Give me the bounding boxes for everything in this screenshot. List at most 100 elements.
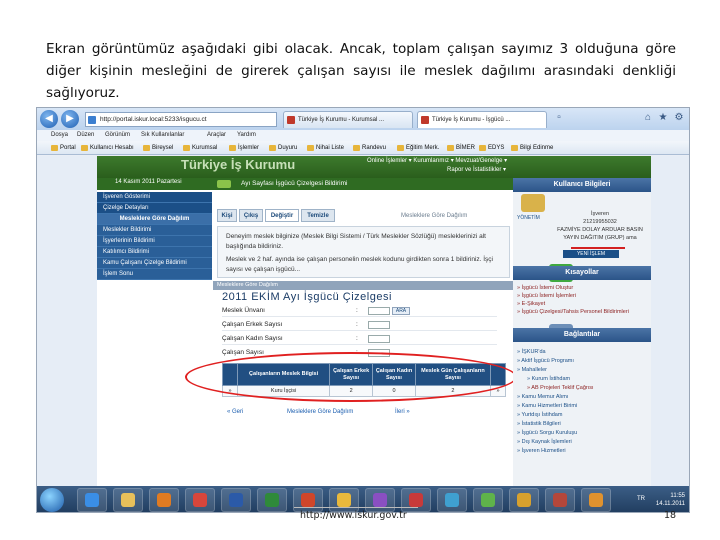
taskbar-explorer-icon[interactable]	[113, 488, 143, 512]
favorite-link[interactable]: Portal	[51, 141, 76, 155]
row-divider	[222, 330, 497, 331]
taskbar-word-icon[interactable]	[221, 488, 251, 512]
favorite-link[interactable]: Duyuru	[269, 141, 297, 155]
taskbar-app-icon[interactable]	[473, 488, 503, 512]
page-margin-right	[651, 156, 689, 486]
nav-section-header: Mesleklere Göre Dağılım	[97, 214, 212, 225]
shortcut-link[interactable]: » E-Şikayet	[517, 300, 545, 308]
home-icon[interactable]: ⌂	[642, 112, 654, 124]
taskbar-excel-icon[interactable]	[257, 488, 287, 512]
taskbar-app-icon[interactable]	[509, 488, 539, 512]
meslek-code-input[interactable]	[368, 307, 390, 315]
related-link[interactable]: » Kamu Hizmetleri Birimi	[517, 402, 577, 410]
form-row-kadin: Çalışan Kadın Sayısı :	[222, 334, 502, 345]
related-link[interactable]: » Mahalleler	[517, 366, 547, 374]
related-link[interactable]: » İŞKUR'da	[517, 348, 546, 356]
favorite-link[interactable]: EDYS	[479, 141, 504, 155]
favorite-link[interactable]: Bireysel	[143, 141, 173, 155]
related-link[interactable]: » Aktif İşgücü Programı	[517, 357, 574, 365]
system-clock[interactable]: 11:55 14.11.2011	[656, 492, 685, 508]
menu-view[interactable]: Görünüm	[105, 130, 130, 141]
browser-tab-2[interactable]: Türkiye İş Kurumu - İşgücü ...	[417, 111, 547, 128]
menu-edit[interactable]: Düzen	[77, 130, 94, 141]
stamp-icon	[521, 194, 545, 212]
browser-tab-label: Türkiye İş Kurumu - İşgücü ...	[432, 117, 511, 123]
favorite-link[interactable]: Eğitim Merk.	[397, 141, 439, 155]
related-link[interactable]: » Kamu Memur Alımı	[517, 393, 568, 401]
meslek-search-button[interactable]: ARA	[392, 307, 410, 315]
settings-gear-icon[interactable]: ⚙	[673, 112, 685, 124]
start-button-icon[interactable]	[40, 488, 64, 512]
right-panel: Kullanıcı Bilgileri YÖNETİM İşveren 2121…	[513, 178, 651, 486]
related-link[interactable]: » İşgücü Sorgu Kuruluşu	[517, 429, 577, 437]
male-count-input[interactable]	[368, 321, 390, 329]
related-link[interactable]: » Yurtdışı İstihdam	[517, 411, 562, 419]
new-action-button[interactable]: YENİ İŞLEM	[563, 250, 619, 258]
favorite-link[interactable]: Randevu	[353, 141, 386, 155]
info-line: Deneyim meslek bilginize (Meslek Bilgi S…	[226, 233, 486, 250]
nav-item[interactable]: Meslekler Bildirimi	[97, 225, 212, 236]
back-icon[interactable]: ◀	[40, 110, 58, 128]
taskbar-app-icon[interactable]	[365, 488, 395, 512]
tab-add[interactable]: Kişi	[217, 209, 237, 222]
related-link[interactable]: » Dış Kaynak İşlemleri	[517, 438, 572, 446]
related-link[interactable]: » AB Projeleri Teklif Çağrısı	[527, 384, 594, 392]
language-indicator[interactable]: TR	[637, 496, 645, 502]
back-link[interactable]: « Geri	[227, 409, 243, 415]
taskbar-chrome-icon[interactable]	[185, 488, 215, 512]
favorite-link[interactable]: İşlemler	[229, 141, 259, 155]
forward-icon[interactable]: ▶	[61, 110, 79, 128]
taskbar-app-icon[interactable]	[545, 488, 575, 512]
windows-taskbar: TR 11:55 14.11.2011	[37, 486, 689, 512]
next-link[interactable]: İleri »	[395, 409, 410, 415]
nav-item[interactable]: İşveren Gösterimi	[97, 192, 212, 203]
distribution-link[interactable]: Mesleklere Göre Dağılım	[287, 409, 353, 415]
favorite-link[interactable]: Bilgi Edinme	[511, 141, 553, 155]
breadcrumb-text: Ayı Sayfası İşgücü Çizelgesi Bildirimi	[241, 180, 348, 187]
shortcut-link[interactable]: » İşgücü Çizelgesi/Tahsis Personel Bildi…	[517, 308, 629, 316]
row-divider	[222, 344, 497, 345]
menu-favorites[interactable]: Sık Kullanılanlar	[141, 130, 184, 141]
favorite-link[interactable]: BİMER	[447, 141, 475, 155]
favorite-link[interactable]: Kullanıcı Hesabı	[81, 141, 134, 155]
nav-item[interactable]: İşlem Sonu	[97, 269, 212, 280]
nav-item[interactable]: Katılımcı Bildirimi	[97, 247, 212, 258]
taskbar-app-icon[interactable]	[437, 488, 467, 512]
shortcut-link[interactable]: » İşgücü İstemi Oluştur	[517, 284, 573, 292]
taskbar-ie-icon[interactable]	[77, 488, 107, 512]
user-info-header: Kullanıcı Bilgileri	[513, 178, 651, 192]
taskbar-outlook-icon[interactable]	[329, 488, 359, 512]
nav-item[interactable]: Çizelge Detayları	[97, 203, 212, 214]
site-top-menu[interactable]: Online İşlemler ▾ Kurumlarımız ▾ Mevzuat…	[367, 157, 507, 164]
taskbar-media-icon[interactable]	[149, 488, 179, 512]
site-top-menu-reports[interactable]: Rapor ve İstatistikler ▾	[447, 166, 506, 173]
favorites-star-icon[interactable]: ★	[657, 112, 669, 124]
menu-help[interactable]: Yardım	[237, 130, 256, 141]
related-link[interactable]: » İşveren Hizmetleri	[517, 447, 566, 455]
tab-favicon-icon	[287, 116, 295, 124]
menu-tools[interactable]: Araçlar	[207, 130, 226, 141]
female-count-input[interactable]	[368, 335, 390, 343]
nav-item[interactable]: İşyerlerinin Bildirimi	[97, 236, 212, 247]
form-label: Meslek Ünvanı	[222, 307, 265, 314]
new-tab-icon[interactable]: ▫	[553, 112, 565, 124]
tab-right-label: Mesleklere Göre Dağılım	[401, 213, 468, 219]
menu-file[interactable]: Dosya	[51, 130, 68, 141]
address-bar[interactable]: http://portal.iskur.local:5233/isgucu.ct	[85, 112, 277, 127]
related-link[interactable]: » İstatistik Bilgileri	[517, 420, 561, 428]
tab-change[interactable]: Değiştir	[265, 209, 299, 222]
tab-exit[interactable]: Çıkış	[239, 209, 263, 222]
taskbar-app-icon[interactable]	[581, 488, 611, 512]
related-link[interactable]: » Kurum İstihdam	[527, 375, 570, 383]
favorite-link[interactable]: Nihai Liste	[307, 141, 344, 155]
current-date: 14 Kasım 2011 Pazartesi	[115, 179, 182, 185]
browser-tab-1[interactable]: Türkiye İş Kurumu - Kurumsal ...	[283, 111, 413, 128]
favorite-link[interactable]: Kurumsal	[183, 141, 217, 155]
taskbar-app-icon[interactable]	[401, 488, 431, 512]
nav-item[interactable]: Kamu Çalışanı Çizelge Bildirimi	[97, 258, 212, 269]
taskbar-powerpoint-icon[interactable]	[293, 488, 323, 512]
web-page: Türkiye İş Kurumu Online İşlemler ▾ Kuru…	[37, 156, 689, 486]
tab-clear[interactable]: Temizle	[301, 209, 335, 222]
site-logo[interactable]: Türkiye İş Kurumu	[181, 157, 295, 172]
shortcut-link[interactable]: » İşgücü İstemi İşlemleri	[517, 292, 576, 300]
